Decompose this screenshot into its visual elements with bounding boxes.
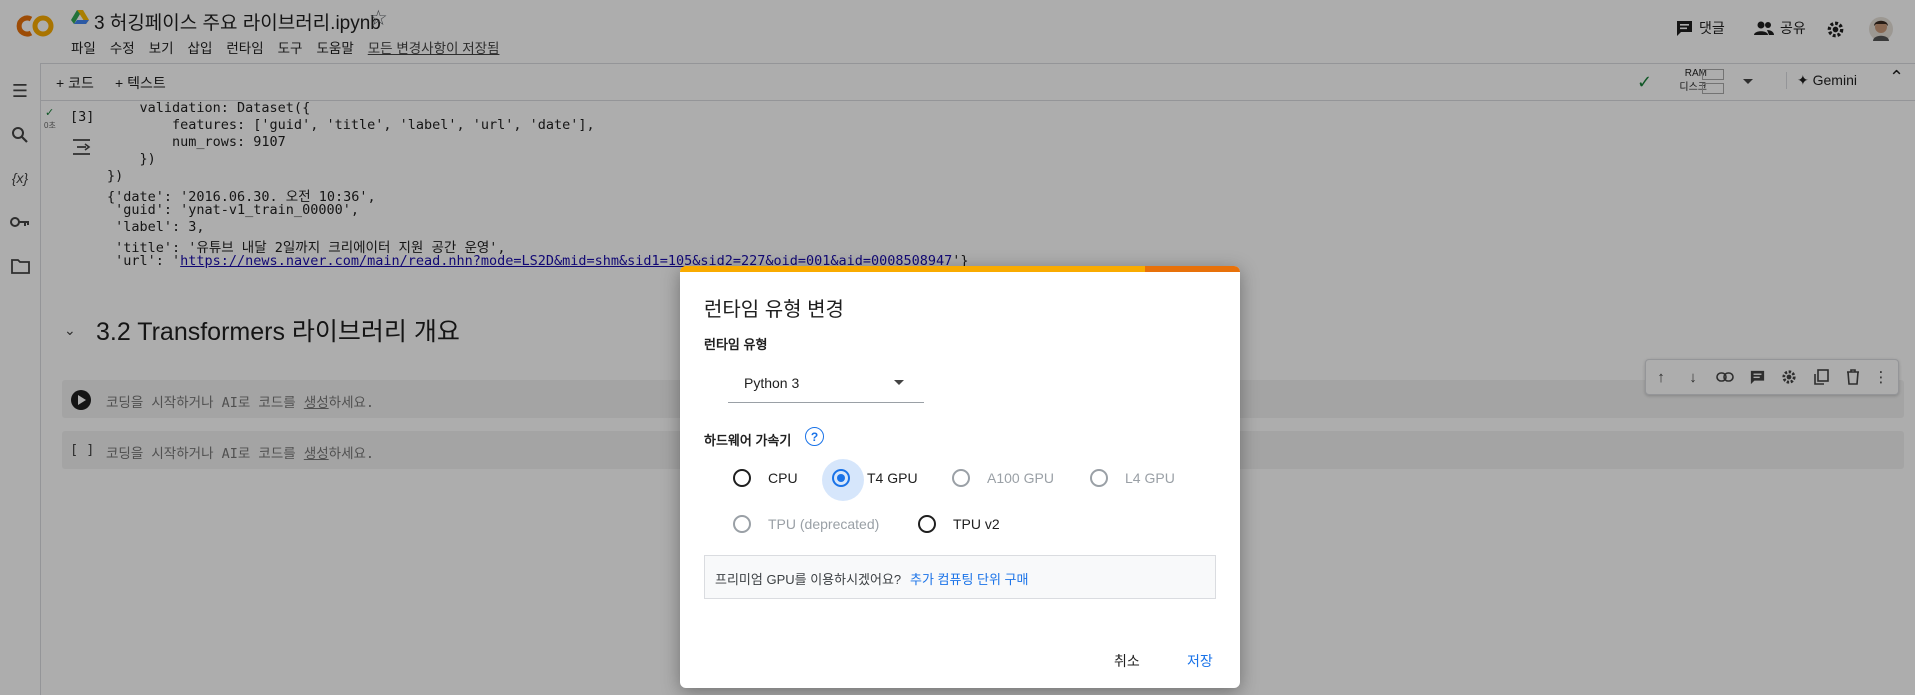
buy-compute-units-link[interactable]: 추가 컴퓨팅 단위 구매 <box>910 569 1028 588</box>
hardware-accelerator-label: 하드웨어 가속기 <box>704 433 792 448</box>
runtime-type-label: 런타임 유형 <box>704 337 768 352</box>
radio-t4-gpu[interactable]: T4 GPU <box>822 459 918 501</box>
radio-cpu[interactable]: CPU <box>733 469 798 487</box>
runtime-type-select[interactable]: Python 3 <box>728 358 924 403</box>
radio-ring <box>918 515 936 533</box>
radio-ring <box>822 459 864 501</box>
dialog-accent-bar <box>680 266 1240 272</box>
radio-tpu-deprecated[interactable]: TPU (deprecated) <box>733 515 879 533</box>
premium-gpu-promo: 프리미엄 GPU를 이용하시겠어요? 추가 컴퓨팅 단위 구매 <box>704 555 1216 599</box>
cancel-button[interactable]: 취소 <box>1114 651 1140 671</box>
radio-l4-gpu[interactable]: L4 GPU <box>1090 469 1175 487</box>
radio-ring <box>733 469 751 487</box>
dialog-title: 런타임 유형 변경 <box>704 299 844 321</box>
change-runtime-dialog: 런타임 유형 변경 런타임 유형 Python 3 하드웨어 가속기 ? CPU… <box>680 266 1240 688</box>
radio-ring <box>733 515 751 533</box>
runtime-type-value: Python 3 <box>744 375 800 391</box>
save-button[interactable]: 저장 <box>1187 651 1213 671</box>
dropdown-arrow-icon <box>894 380 904 385</box>
radio-a100-gpu[interactable]: A100 GPU <box>952 469 1054 487</box>
radio-label: A100 GPU <box>987 470 1054 486</box>
radio-label: T4 GPU <box>867 470 918 486</box>
help-icon[interactable]: ? <box>805 427 824 446</box>
promo-text: 프리미엄 GPU를 이용하시겠어요? <box>715 572 902 587</box>
radio-ring <box>1090 469 1108 487</box>
radio-label: CPU <box>768 470 798 486</box>
radio-label: TPU v2 <box>953 516 1000 532</box>
radio-label: TPU (deprecated) <box>768 516 880 532</box>
radio-tpu-v2[interactable]: TPU v2 <box>918 515 1000 533</box>
radio-ring <box>952 469 970 487</box>
radio-label: L4 GPU <box>1125 470 1175 486</box>
